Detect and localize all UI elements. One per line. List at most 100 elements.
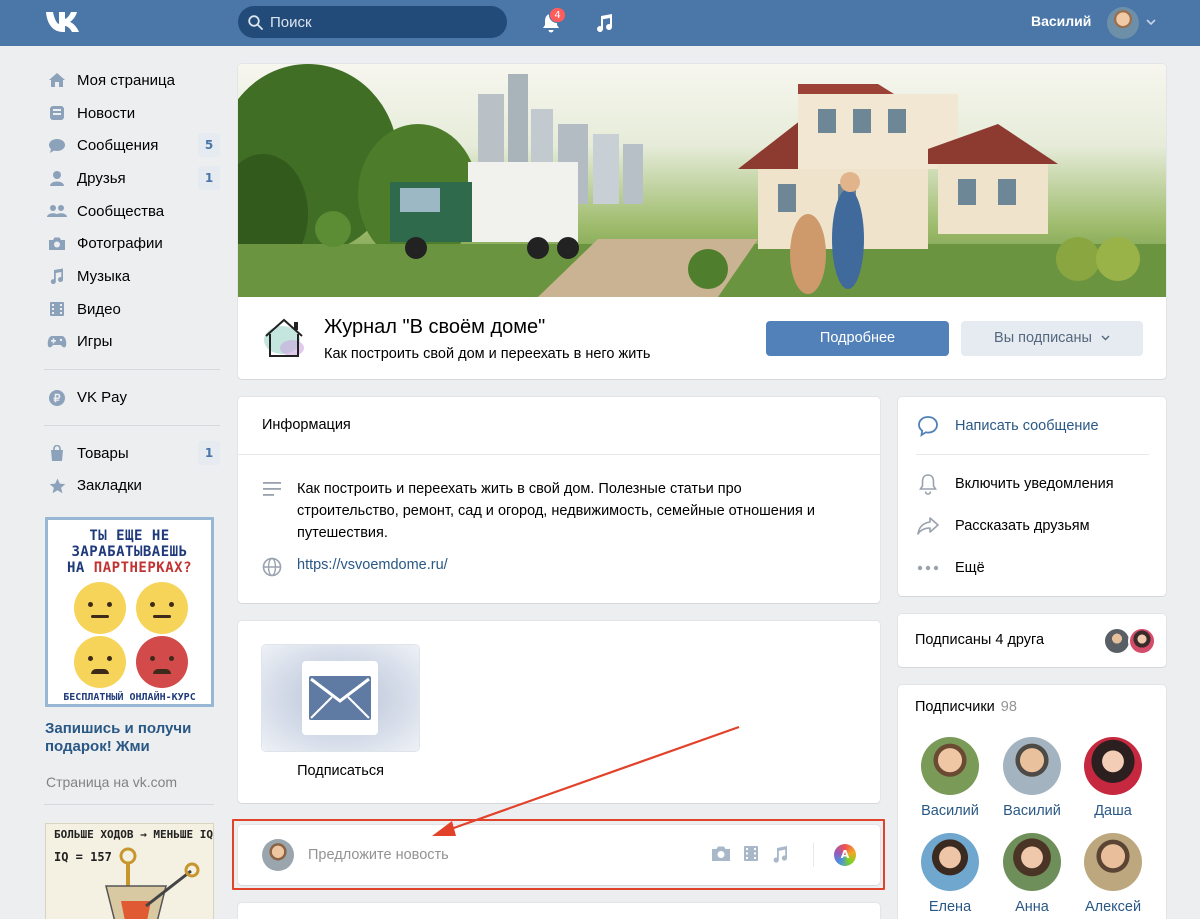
ad-banner-line: ЗАРАБАТЫВАЕШЬ xyxy=(71,544,188,560)
enable-notifications-action[interactable]: Включить уведомления xyxy=(916,472,1114,496)
sidebar-item-music[interactable]: Музыка xyxy=(44,260,220,293)
follower-name: Елена xyxy=(928,899,972,915)
actions-card: Написать сообщение Включить уведомления … xyxy=(898,397,1166,596)
sidebar-item-games[interactable]: Игры xyxy=(44,326,220,359)
gamepad-icon xyxy=(46,333,68,351)
subscribed-button[interactable]: Вы подписаны xyxy=(961,321,1143,356)
followers-card: Подписчики 98 Василий Василий Даша Елена … xyxy=(898,685,1166,919)
more-info-button[interactable]: Подробнее xyxy=(766,321,949,356)
ad-banner-line: НА xyxy=(66,560,94,576)
ad-banner-footer: БЕСПЛАТНЫЙ ОНЛАЙН-КУРС xyxy=(63,692,196,703)
subscribe-tile[interactable] xyxy=(262,645,419,751)
friends-subscribed-card[interactable]: Подписаны 4 друга xyxy=(898,614,1166,667)
sidebar-item-news[interactable]: Новости xyxy=(44,97,220,130)
sidebar-item-groups[interactable]: Сообщества xyxy=(44,195,220,228)
ad-banner[interactable]: ТЫ ЕЩЕ НЕ ЗАРАБАТЫВАЕШЬ НА ПАРТНЕРКАХ? Б… xyxy=(45,517,214,707)
svg-text:₽: ₽ xyxy=(54,393,61,405)
follower-name: Даша xyxy=(1094,803,1132,819)
website-link[interactable]: https://vsvoemdome.ru/ xyxy=(297,557,448,573)
sidebar-item-my-page[interactable]: Моя страница xyxy=(44,64,220,97)
avatar xyxy=(921,737,979,795)
bag-icon xyxy=(46,444,68,462)
follower-item[interactable]: Василий xyxy=(910,737,990,819)
ad2-title: БОЛЬШЕ ХОДОВ → МЕНЬШЕ IQ xyxy=(54,828,213,841)
more-action[interactable]: Ещё xyxy=(916,556,985,580)
info-description: Как построить и переехать жить в свой до… xyxy=(297,481,815,541)
user-avatar[interactable] xyxy=(1107,7,1139,39)
chevron-down-icon[interactable] xyxy=(1146,19,1156,26)
more-label: Ещё xyxy=(955,560,985,576)
sidebar-divider xyxy=(44,424,220,426)
write-message-action[interactable]: Написать сообщение xyxy=(916,414,1099,438)
sidebar-item-photos[interactable]: Фотографии xyxy=(44,227,220,260)
search-input[interactable] xyxy=(270,6,500,38)
sidebar-item-vkpay[interactable]: ₽ VK Pay xyxy=(44,381,220,414)
sad-face-icon xyxy=(74,636,126,688)
follower-item[interactable]: Анна xyxy=(992,833,1072,915)
robot-arm-illustration xyxy=(105,847,200,919)
follower-name: Анна xyxy=(1015,899,1049,915)
ad-text[interactable]: Запишись и получи подарок! Жми xyxy=(45,720,215,755)
avatar xyxy=(1003,737,1061,795)
share-action[interactable]: Рассказать друзьям xyxy=(916,514,1090,538)
search-box[interactable] xyxy=(238,6,507,38)
news-icon xyxy=(46,104,68,122)
vkpay-icon: ₽ xyxy=(46,389,68,407)
divider xyxy=(238,454,880,455)
sidebar-item-label: Игры xyxy=(77,333,113,351)
sidebar-item-friends[interactable]: Друзья 1 xyxy=(44,162,220,195)
ad-banner-2[interactable]: БОЛЬШЕ ХОДОВ → МЕНЬШЕ IQ IQ = 157 xyxy=(45,823,214,919)
group-title: Журнал "В своём доме" xyxy=(324,316,546,338)
music-player-icon[interactable] xyxy=(594,12,614,34)
wall-card xyxy=(238,903,880,919)
ad-source: Страница на vk.com xyxy=(46,774,178,790)
follower-item[interactable]: Алексей xyxy=(1073,833,1153,915)
groups-icon xyxy=(46,202,68,220)
ad-banner-line: ТЫ ЕЩЕ НЕ xyxy=(89,528,170,544)
sidebar-divider xyxy=(44,369,220,371)
sidebar-item-label: Новости xyxy=(77,104,136,122)
followers-heading[interactable]: Подписчики 98 xyxy=(915,699,1017,715)
subscribed-button-label: Вы подписаны xyxy=(994,330,1092,346)
ellipsis-icon xyxy=(916,556,940,580)
info-heading: Информация xyxy=(262,417,351,433)
star-icon xyxy=(46,477,68,495)
sidebar-item-goods[interactable]: Товары 1 xyxy=(44,437,220,470)
follower-name: Василий xyxy=(921,803,979,819)
sidebar-item-messages[interactable]: Сообщения 5 xyxy=(44,129,220,162)
neutral-face-icon xyxy=(74,582,126,634)
subscribe-label[interactable]: Подписаться xyxy=(262,763,419,779)
user-name[interactable]: Василий xyxy=(1031,13,1091,29)
sidebar-item-label: Музыка xyxy=(77,267,131,285)
info-card: Информация Как построить и переехать жит… xyxy=(238,397,880,603)
sidebar-item-bookmarks[interactable]: Закладки xyxy=(44,470,220,503)
home-icon xyxy=(46,71,68,89)
sidebar-item-label: Закладки xyxy=(77,477,142,495)
follower-name: Алексей xyxy=(1084,899,1142,915)
share-arrow-icon xyxy=(916,514,940,538)
messages-icon xyxy=(46,137,68,155)
sidebar-item-label: Фотографии xyxy=(77,235,163,253)
music-icon xyxy=(46,267,68,285)
text-lines-icon xyxy=(263,482,281,496)
goods-count-badge: 1 xyxy=(198,440,220,465)
friends-count-badge: 1 xyxy=(198,166,220,191)
sidebar-item-label: Видео xyxy=(77,300,121,318)
sidebar-item-label: Сообщества xyxy=(77,202,165,220)
highlight-frame xyxy=(232,819,885,890)
sidebar-divider xyxy=(44,804,214,805)
sidebar-item-video[interactable]: Видео xyxy=(44,293,220,326)
avatar xyxy=(1003,833,1061,891)
message-bubble-icon xyxy=(916,414,940,438)
sidebar-item-label: Товары xyxy=(77,444,129,462)
left-sidebar: Моя страница Новости Сообщения 5 Друзья … xyxy=(44,64,220,502)
group-logo-icon[interactable] xyxy=(260,314,308,362)
vk-logo-icon[interactable] xyxy=(44,9,84,35)
follower-item[interactable]: Василий xyxy=(992,737,1072,819)
friends-subscribed-label: Подписаны 4 друга xyxy=(915,632,1045,648)
follower-item[interactable]: Даша xyxy=(1073,737,1153,819)
follower-item[interactable]: Елена xyxy=(910,833,990,915)
avatar xyxy=(1084,737,1142,795)
avatar xyxy=(1128,627,1156,655)
chevron-down-icon xyxy=(1101,335,1110,341)
